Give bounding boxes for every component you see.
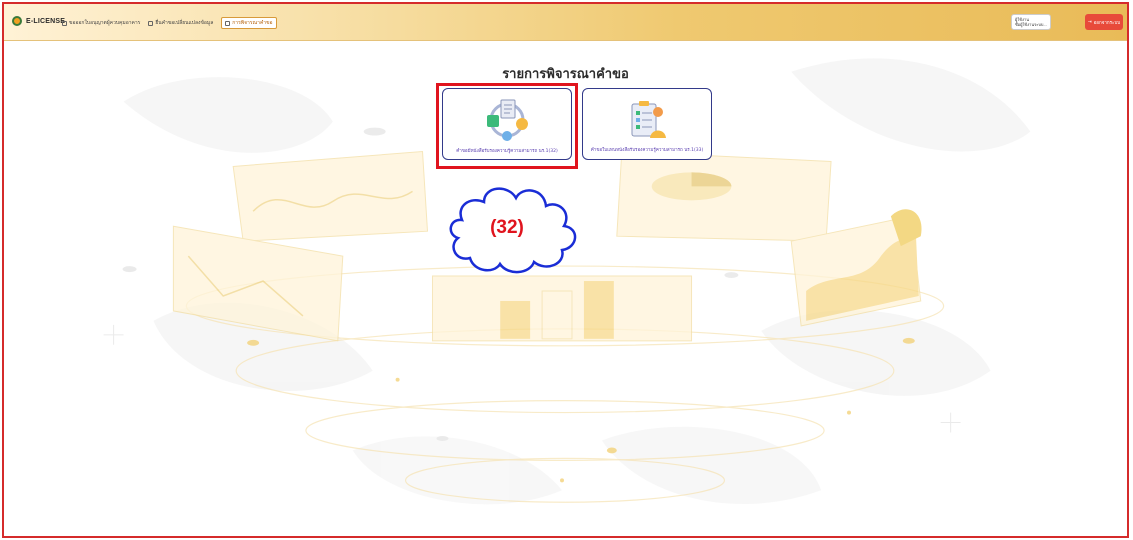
page-title: รายการพิจารณาคำขอ (502, 67, 629, 82)
nav-item-label: ขอออกใบอนุญาตผู้ควบคุมอาคาร (69, 20, 141, 26)
app-logo[interactable]: E-LICENSE (12, 16, 65, 26)
nav-item-change-request[interactable]: ยื่นคำขอเปลี่ยนแปลงข้อมูล (148, 17, 213, 29)
logo-icon (12, 16, 22, 26)
nav-item-license-request[interactable]: ขอออกใบอนุญาตผู้ควบคุมอาคาร (62, 17, 140, 29)
main-nav: ขอออกใบอนุญาตผู้ควบคุมอาคาร ยื่นคำขอเปลี… (62, 17, 277, 29)
logout-button[interactable]: ⇥ ออกจากระบบ (1085, 14, 1123, 30)
highlight-box (436, 83, 578, 169)
document-icon (62, 20, 67, 26)
nav-item-review[interactable]: การพิจารณาคำขอ (221, 17, 277, 29)
top-navbar: E-LICENSE ขอออกใบอนุญาตผู้ควบคุมอาคาร ยื… (4, 4, 1127, 41)
nav-item-label: ยื่นคำขอเปลี่ยนแปลงข้อมูล (155, 20, 214, 26)
logout-icon: ⇥ (1087, 19, 1092, 24)
clipboard-icon (631, 101, 666, 138)
card-replacement-request[interactable]: คำขอใบแทนหนังสือรับรองความรู้ความสามารถ … (582, 88, 712, 160)
logout-label: ออกจากระบบ (1093, 19, 1121, 25)
user-name: ชื่อผู้ใช้งานระบบ... (1015, 22, 1047, 27)
callout-label: (32) (490, 217, 524, 238)
list-icon (225, 20, 231, 26)
nav-item-label: การพิจารณาคำขอ (232, 20, 273, 26)
app-frame: E-LICENSE ขอออกใบอนุญาตผู้ควบคุมอาคาร ยื… (2, 2, 1129, 538)
card-label: คำขอใบแทนหนังสือรับรองความรู้ความสามารถ … (590, 148, 704, 153)
edit-icon (148, 20, 154, 26)
app-name: E-LICENSE (26, 17, 66, 25)
user-menu[interactable]: ผู้ใช้งาน ชื่อผู้ใช้งานระบบ... (1011, 14, 1051, 30)
